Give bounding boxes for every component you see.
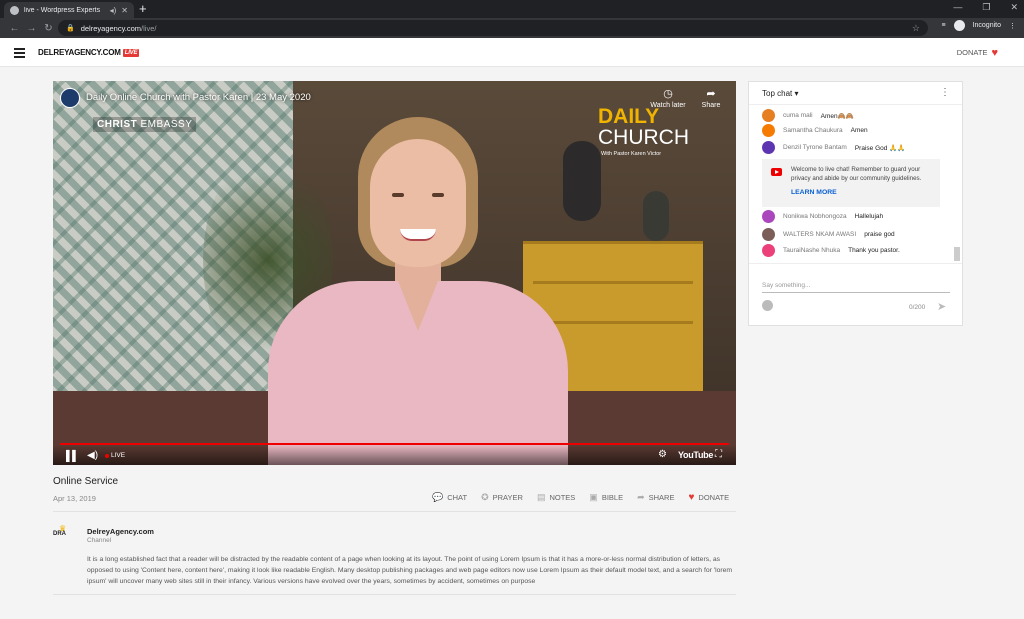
channel-subtitle: Channel <box>87 537 112 544</box>
avatar[interactable] <box>762 141 775 154</box>
chat-message: Samantha Chaukura Amen <box>762 124 868 137</box>
chat-icon: 💬 <box>432 492 444 502</box>
prayer-action-button[interactable]: ✪ PRAYER <box>481 492 523 503</box>
settings-gear-icon[interactable]: ⚙ <box>658 449 667 460</box>
video-share-button[interactable]: ➦ Share <box>693 87 729 109</box>
channel-name[interactable]: DelreyAgency.com <box>87 527 154 536</box>
channel-logo[interactable]: ♛ DRA <box>53 524 75 540</box>
bible-icon: ▣ <box>589 492 598 502</box>
youtube-icon <box>771 168 782 176</box>
divider <box>53 594 736 595</box>
pause-icon[interactable]: ▌▌ <box>66 451 79 462</box>
speaker-icon[interactable]: ◂) <box>110 6 117 15</box>
lock-icon[interactable]: 🔒 <box>66 24 75 32</box>
avatar[interactable] <box>762 124 775 137</box>
hamburger-menu-icon[interactable] <box>14 48 25 60</box>
donate-link[interactable]: DONATE ♥ <box>957 46 998 59</box>
maximize-icon[interactable]: ❐ <box>982 2 990 13</box>
profile-label[interactable]: Incognito <box>973 22 1001 29</box>
bible-action-button[interactable]: ▣ BIBLE <box>589 492 623 503</box>
chat-message: WALTERS NKAM AWASI praise god <box>762 228 895 241</box>
url-text[interactable]: delreyagency.com/live/ <box>81 24 906 33</box>
daily-church-logo-church: CHURCH <box>598 126 689 149</box>
new-tab-button[interactable]: + <box>139 1 147 16</box>
close-window-icon[interactable]: ✕ <box>1010 2 1018 13</box>
heart-icon: ♥ <box>688 492 695 503</box>
char-counter: 0/200 <box>909 304 926 311</box>
chat-message: cuma mali Amen🙈🙈 <box>762 109 854 122</box>
service-actions: 💬 CHAT ✪ PRAYER ▤ NOTES ▣ BIBLE ➦ SHARE ♥ DONA… <box>432 492 729 503</box>
youtube-logo[interactable]: YouTube <box>678 450 713 460</box>
service-date: Apr 13, 2019 <box>53 494 96 503</box>
live-badge: LIVE <box>122 48 140 57</box>
chat-scrollbar[interactable] <box>954 247 960 261</box>
service-title: Online Service <box>53 476 119 487</box>
share-arrow-icon: ➦ <box>706 88 716 100</box>
channel-description: It is a long established fact that a rea… <box>87 556 733 585</box>
video-progress-bar[interactable] <box>60 443 729 445</box>
heart-icon: ♥ <box>991 46 998 59</box>
notes-icon: ▤ <box>536 492 546 502</box>
address-bar[interactable]: 🔒 delreyagency.com/live/ ☆ <box>58 20 928 36</box>
window-controls: — ❐ ✕ <box>953 2 1018 13</box>
chat-message: TauraiNashe Nhuka Thank you pastor. <box>762 244 900 257</box>
donate-action-button[interactable]: ♥ DONATE <box>688 492 729 503</box>
media-control-icon[interactable]: ≡ <box>941 22 945 29</box>
fullscreen-icon[interactable]: ⛶ <box>715 449 722 460</box>
share-icon: ➦ <box>637 492 645 502</box>
tab-title: live - Wordpress Experts <box>24 6 101 14</box>
daily-church-tagline: With Pastor Karen Victor <box>601 151 662 157</box>
notes-action-button[interactable]: ▤ NOTES <box>537 492 575 503</box>
avatar[interactable] <box>762 228 775 241</box>
browser-tab[interactable]: live - Wordpress Experts ◂) ✕ <box>4 2 134 18</box>
browser-tab-strip: live - Wordpress Experts ◂) ✕ + — ❐ ✕ <box>0 0 1024 18</box>
clock-icon: ◷ <box>663 88 673 100</box>
chat-welcome-notice: Welcome to live chat! Remember to guard … <box>762 159 940 207</box>
chat-action-button[interactable]: 💬 CHAT <box>432 492 467 503</box>
avatar[interactable] <box>762 210 775 223</box>
avatar[interactable] <box>762 109 775 122</box>
chat-menu-kebab-icon[interactable]: ⋮ <box>940 87 950 98</box>
browser-right-controls: ≡ Incognito ⋮ <box>941 20 1016 31</box>
emoji-icon[interactable] <box>762 300 773 311</box>
avatar[interactable] <box>762 244 775 257</box>
close-tab-icon[interactable]: ✕ <box>121 6 128 15</box>
incognito-icon[interactable] <box>953 20 965 31</box>
video-title[interactable]: Daily Online Church with Pastor Karen | … <box>86 92 311 103</box>
menu-kebab-icon[interactable]: ⋮ <box>1009 22 1016 30</box>
live-indicator[interactable]: LIVE <box>105 452 125 459</box>
back-icon[interactable]: ← <box>6 23 23 34</box>
learn-more-link[interactable]: LEARN MORE <box>791 189 837 196</box>
video-player[interactable]: Daily Online Church with Pastor Karen | … <box>53 81 736 465</box>
chat-header: Top chat ▾ ⋮ <box>749 82 962 105</box>
chat-input[interactable]: Say something... <box>762 282 950 293</box>
chat-message: Nonikwa Nobhongoza Hallelujah <box>762 210 883 223</box>
live-chat-panel: Top chat ▾ ⋮ cuma mali Amen🙈🙈 Samantha C… <box>748 81 963 326</box>
prayer-icon: ✪ <box>481 492 489 502</box>
divider <box>53 511 736 512</box>
christ-embassy-logo: CHRIST EMBASSY <box>93 117 197 132</box>
chat-message: Denzil Tyrone Bantam Praise God 🙏🙏 <box>762 141 905 154</box>
globe-icon <box>10 5 19 15</box>
presenter <box>268 117 568 465</box>
bookmark-star-icon[interactable]: ☆ <box>912 23 920 34</box>
channel-avatar[interactable] <box>60 88 80 108</box>
reload-icon[interactable]: ↻ <box>40 23 57 34</box>
site-logo[interactable]: DELREYAGENCY.COM LIVE <box>38 48 140 57</box>
site-header: DELREYAGENCY.COM LIVE DONATE ♥ <box>0 38 1024 67</box>
forward-icon[interactable]: → <box>23 23 40 34</box>
volume-icon[interactable]: ◀) <box>87 450 98 461</box>
browser-toolbar: ← → ↻ 🔒 delreyagency.com/live/ ☆ ≡ Incog… <box>0 18 1024 38</box>
chat-input-area: Say something... 0/200 ➤ <box>749 263 962 325</box>
daily-church-logo: DAILY <box>598 105 660 128</box>
top-chat-dropdown[interactable]: Top chat ▾ <box>762 89 799 98</box>
share-action-button[interactable]: ➦ SHARE <box>637 492 674 503</box>
minimize-icon[interactable]: — <box>953 2 962 13</box>
send-icon[interactable]: ➤ <box>937 300 946 313</box>
